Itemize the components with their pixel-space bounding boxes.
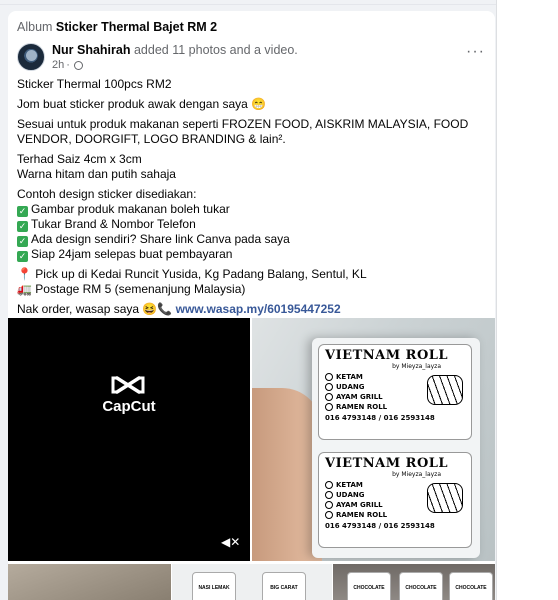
postage-line: 🚛 Postage RM 5 (semenanjung Malaysia) [17, 282, 246, 296]
album-breadcrumb: Album Sticker Thermal Bajet RM 2 [17, 20, 217, 34]
post-line: Warna hitam dan putih sahaja [17, 167, 176, 181]
post-line: Jom buat sticker produk awak dengan saya… [17, 97, 267, 111]
album-prefix: Album [17, 20, 53, 34]
photo-tile[interactable]: VIETNAM ROLL by Mieyza_layza KETAM UDANG… [252, 318, 495, 561]
sticker-label: VIETNAM ROLL by Mieyza_layza KETAM UDANG… [318, 344, 472, 440]
post-line: Contoh design sticker disediakan: [17, 187, 197, 201]
post-line: Sticker Thermal 100pcs RM2 [17, 77, 172, 91]
list-item: ✓ Siap 24jam selepas buat pembayaran [17, 247, 233, 262]
pickup-line: 📍 Pick up di Kedai Runcit Yusida, Kg Pad… [17, 267, 367, 281]
post-header: Nur Shahirah added 11 photos and a video… [52, 43, 298, 57]
spring-roll-drawing [427, 483, 463, 513]
post-body: Sticker Thermal 100pcs RM2 Jom buat stic… [17, 77, 487, 317]
video-tile[interactable]: CapCut ◀✕ [8, 318, 250, 561]
post-time[interactable]: 2h [52, 59, 64, 71]
post-meta: 2h · [52, 59, 83, 71]
sticker-roll: VIETNAM ROLL by Mieyza_layza KETAM UDANG… [312, 338, 480, 558]
photo-tile[interactable] [8, 564, 171, 600]
photo-tile[interactable]: NASI LEMAK BIG CARAT [172, 564, 332, 600]
list-item: ✓ Ada design sendiri? Share link Canva pa… [17, 232, 290, 247]
post-line: Sesuai untuk produk makanan seperti FROZ… [17, 117, 469, 146]
avatar[interactable] [17, 43, 45, 71]
post-action: added 11 photos and a video. [133, 43, 298, 57]
video-brand: CapCut [102, 398, 156, 415]
right-sidebar [496, 0, 558, 600]
size-line: Terhad Saiz 4cm x 3cm [17, 152, 142, 166]
order-link[interactable]: www.wasap.my/60195447252 [176, 302, 341, 316]
spring-roll-drawing [427, 375, 463, 405]
list-item: ✓ Gambar produk makanan boleh tukar [17, 202, 230, 217]
check-icon: ✓ [17, 221, 28, 232]
album-name-link[interactable]: Sticker Thermal Bajet RM 2 [56, 20, 217, 34]
media-grid: CapCut ◀✕ VIETNAM ROLL by Mieyza_layza K… [8, 318, 495, 600]
photo-tile[interactable]: CHOCOLATE CHOCOLATE CHOCOLATE [333, 564, 495, 600]
checklist: ✓ Gambar produk makanan boleh tukar ✓ Tuka… [17, 202, 487, 262]
check-icon: ✓ [17, 251, 28, 262]
capcut-logo-icon [111, 376, 145, 394]
globe-icon [73, 60, 83, 70]
check-icon: ✓ [17, 236, 28, 247]
more-options-icon[interactable]: ··· [466, 44, 485, 60]
list-item: ✓ Tukar Brand & Nombor Telefon [17, 217, 196, 232]
order-line: Nak order, wasap saya 😆📞 www.wasap.my/60… [17, 302, 341, 316]
post-line: Terhad Saiz 4cm x 3cm [17, 152, 487, 167]
top-divider [0, 0, 558, 5]
sticker-label: VIETNAM ROLL by Mieyza_layza KETAM UDANG… [318, 452, 472, 548]
check-icon: ✓ [17, 206, 28, 217]
post-card: Album Sticker Thermal Bajet RM 2 Nur Sha… [8, 11, 495, 600]
mute-icon[interactable]: ◀✕ [221, 535, 240, 549]
author-name[interactable]: Nur Shahirah [52, 43, 131, 57]
